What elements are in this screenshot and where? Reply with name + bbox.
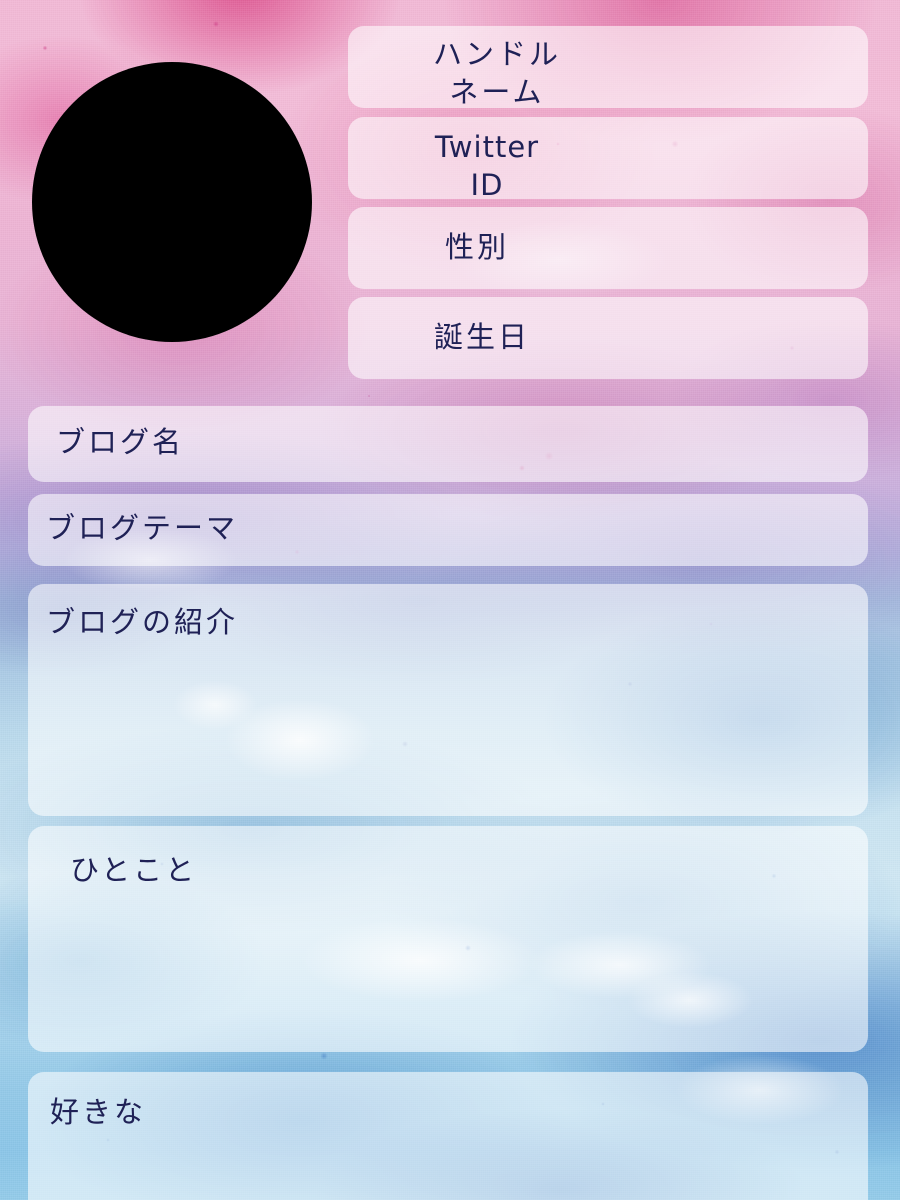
field-birthday-label: 誕生日: [433, 320, 530, 354]
field-blog-theme[interactable]: ブログテーマ: [28, 494, 868, 566]
field-blog-name[interactable]: ブログ名: [28, 406, 868, 482]
field-blog-intro[interactable]: ブログの紹介: [28, 584, 868, 816]
field-hitokoto-label: ひとこと: [70, 853, 198, 887]
field-blog-intro-label: ブログの紹介: [46, 605, 239, 639]
field-twitter-id-label: Twitter ID: [434, 130, 540, 202]
field-favorite-label: 好きな: [50, 1095, 147, 1129]
field-handle-name-label: ハンドル ネーム: [432, 37, 561, 109]
field-twitter-id[interactable]: Twitter ID: [348, 117, 868, 202]
field-blog-name-label: ブログ名: [56, 425, 185, 459]
field-gender-label: 性別: [444, 230, 509, 264]
avatar[interactable]: [32, 62, 312, 342]
field-gender[interactable]: 性別: [348, 207, 868, 289]
field-birthday[interactable]: 誕生日: [348, 297, 868, 379]
field-blog-theme-label: ブログテーマ: [46, 511, 239, 545]
field-favorite[interactable]: 好きな: [28, 1072, 868, 1200]
field-handle-name[interactable]: ハンドル ネーム: [348, 26, 868, 109]
field-hitokoto[interactable]: ひとこと: [28, 826, 868, 1052]
profile-card: ハンドル ネーム Twitter ID 性別 誕生日 ブログ名 ブログテーマ ブ…: [0, 0, 900, 1200]
